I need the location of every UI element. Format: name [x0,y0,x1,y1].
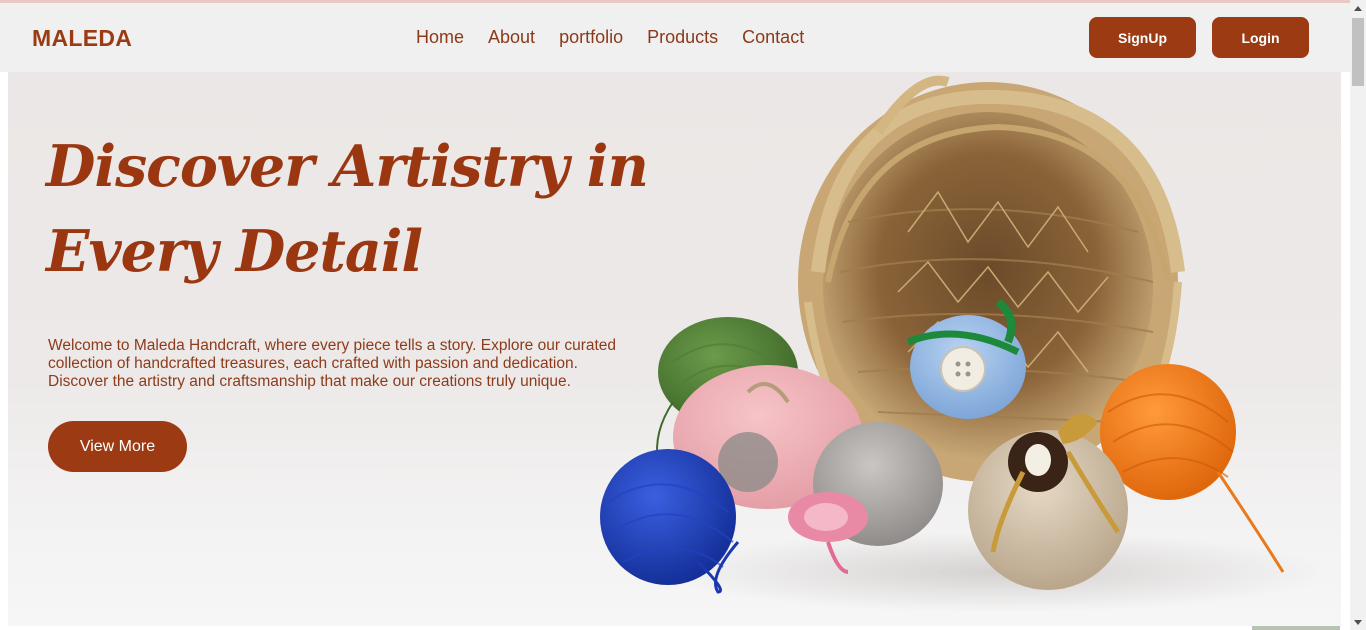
hero-section: Discover Artistry in Every Detail Welcom… [8,72,1341,626]
scroll-thumb[interactable] [1352,18,1364,86]
page-scrollbar[interactable] [1350,0,1366,630]
nav-link-about[interactable]: About [488,27,535,48]
nav-link-contact[interactable]: Contact [742,27,804,48]
hero-title-line-1: Discover Artistry in [46,133,649,200]
brand-logo[interactable]: MALEDA [32,25,132,52]
scroll-up-arrow-icon[interactable] [1354,6,1362,11]
navbar: MALEDA Home About portfolio Products Con… [0,3,1350,72]
nav-link-home[interactable]: Home [416,27,464,48]
next-section-peek [1252,626,1340,630]
hero-title-line-2: Every Detail [46,218,423,285]
scroll-down-arrow-icon[interactable] [1354,620,1362,625]
nav-link-portfolio[interactable]: portfolio [559,27,623,48]
view-more-button[interactable]: View More [48,421,187,472]
nav-links: Home About portfolio Products Contact [416,27,804,48]
hero-image [600,75,1318,612]
hero-title: Discover Artistry in Every Detail [46,124,666,294]
nav-link-products[interactable]: Products [647,27,718,48]
signup-button[interactable]: SignUp [1089,17,1196,58]
login-button[interactable]: Login [1212,17,1309,58]
hero-description: Welcome to Maleda Handcraft, where every… [48,337,617,390]
